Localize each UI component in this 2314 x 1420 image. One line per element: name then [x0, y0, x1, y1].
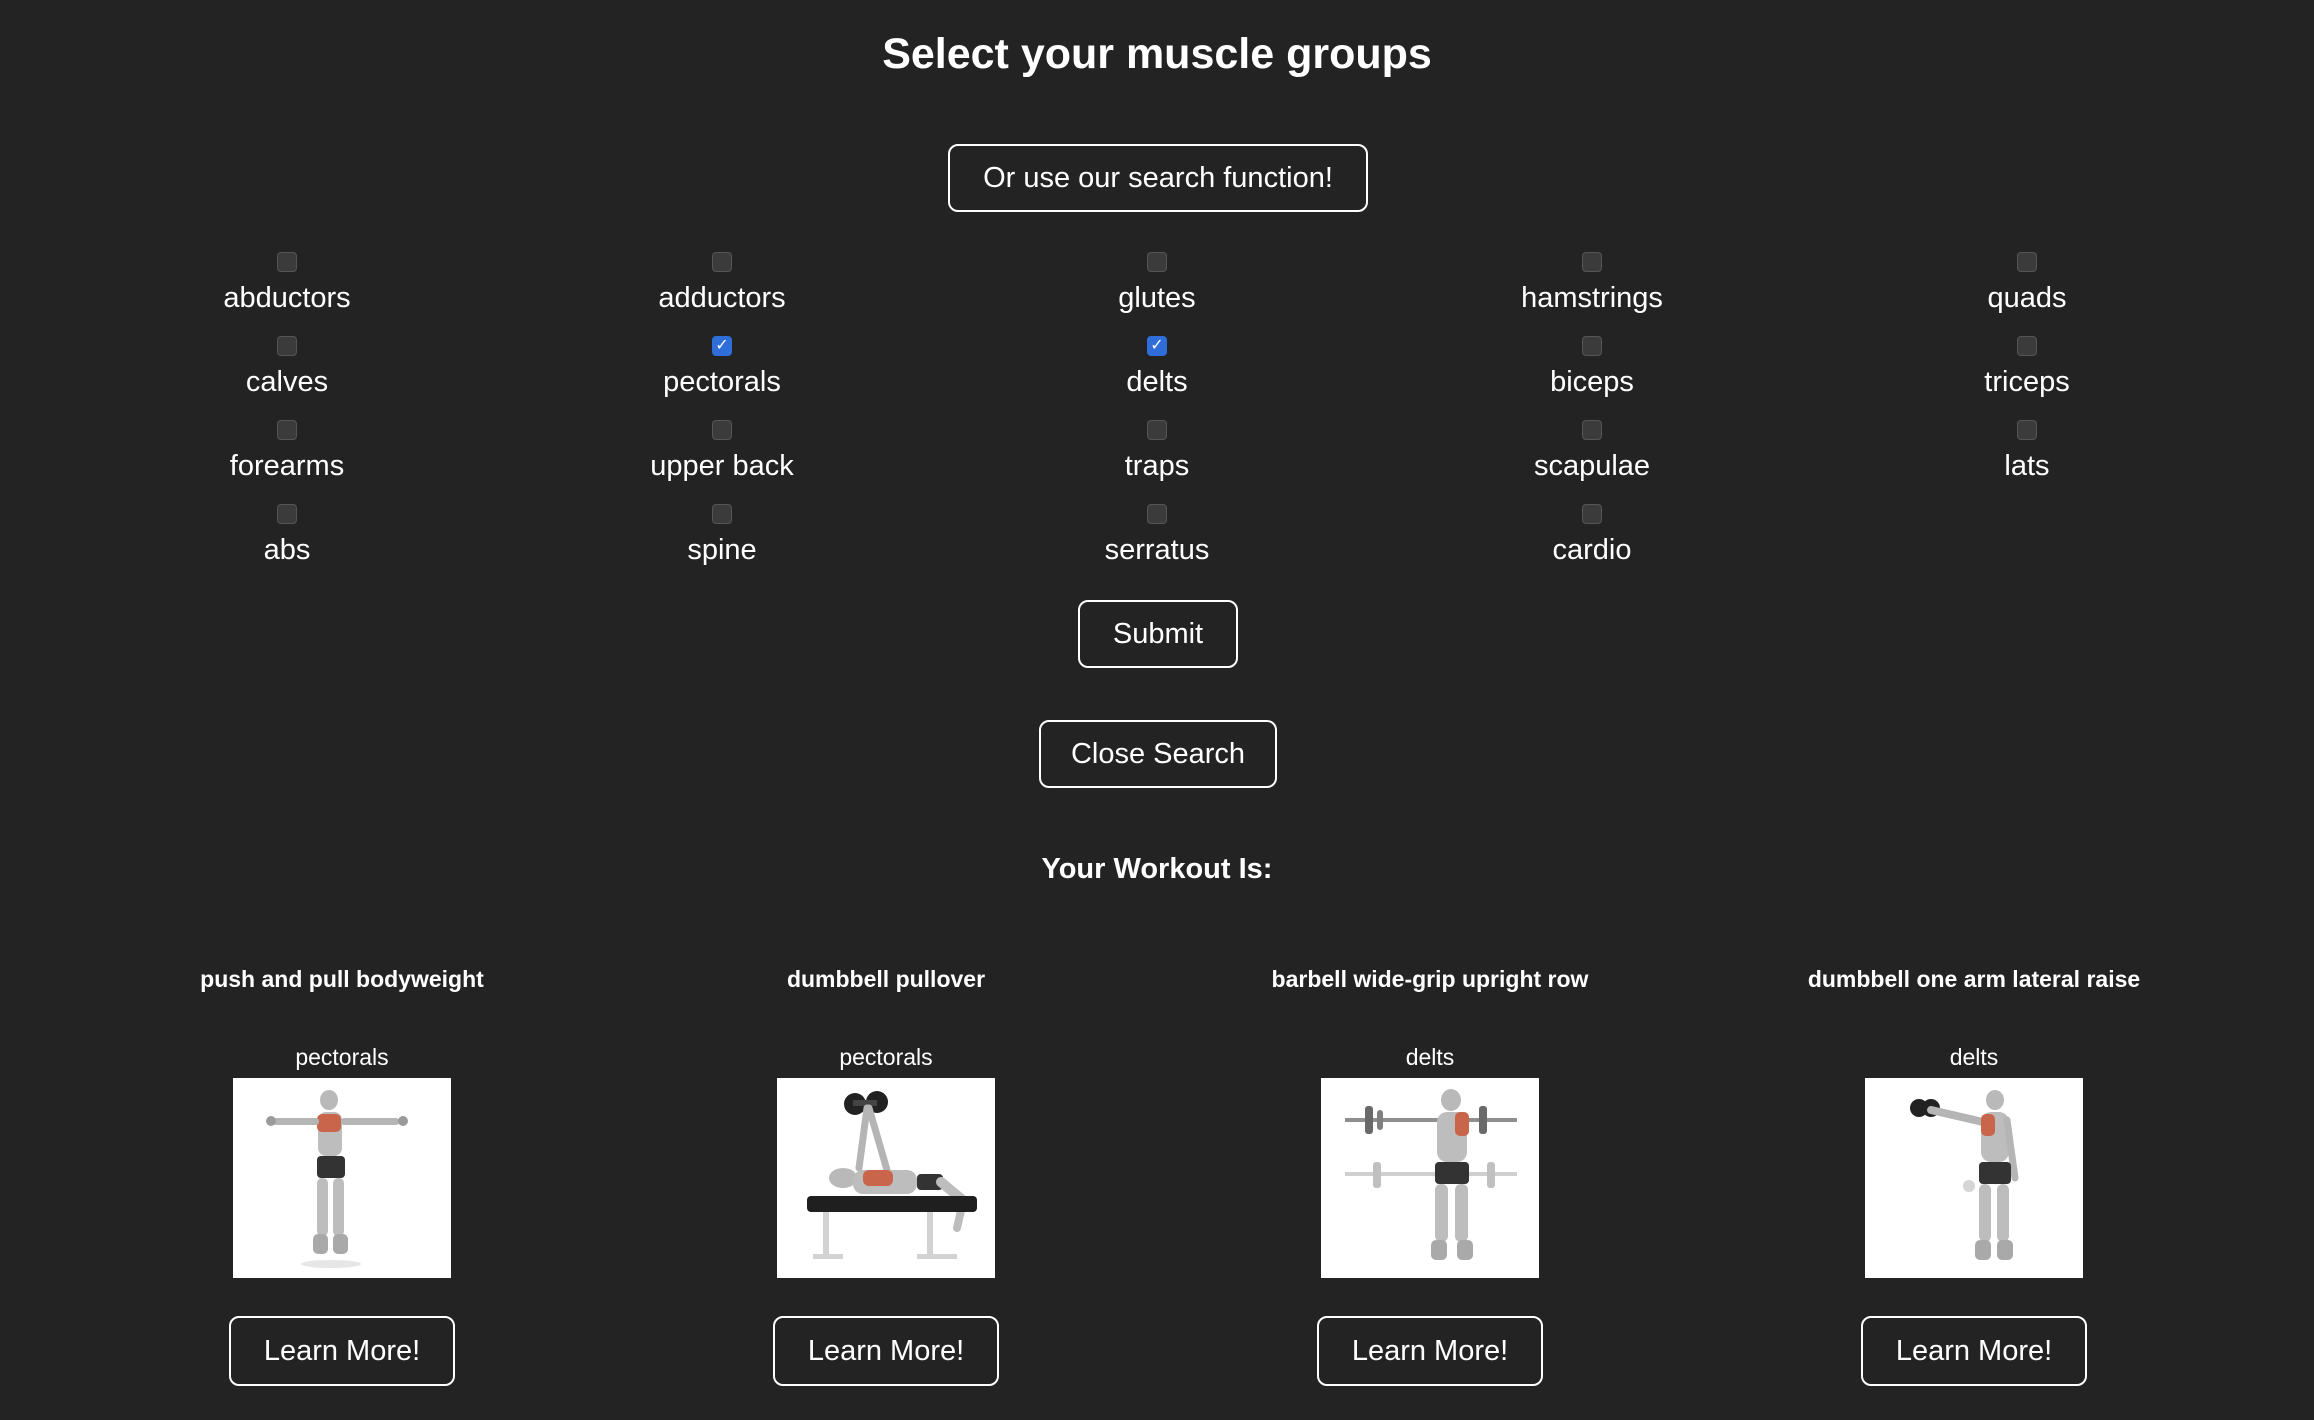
workout-card: dumbbell pullover pectorals Learn More!: [646, 966, 1126, 1386]
exercise-title: dumbbell pullover: [786, 966, 986, 992]
muscle-label: glutes: [1118, 282, 1196, 314]
muscle-option-spine[interactable]: spine: [572, 500, 872, 584]
muscle-checkbox[interactable]: ✓: [1147, 336, 1167, 356]
exercise-image: [233, 1078, 451, 1278]
muscle-option-quads[interactable]: quads: [1877, 248, 2177, 332]
exercise-muscle: delts: [1405, 1044, 1455, 1070]
muscle-checkbox[interactable]: [1147, 504, 1167, 524]
muscle-label: hamstrings: [1521, 282, 1663, 314]
exercise-title: barbell wide-grip upright row: [1271, 966, 1589, 992]
muscle-label: triceps: [1984, 366, 2070, 398]
muscle-option-triceps[interactable]: triceps: [1877, 332, 2177, 416]
muscle-checkbox[interactable]: [2017, 420, 2037, 440]
muscle-label: abs: [263, 534, 311, 566]
exercise-image: [1865, 1078, 2083, 1278]
muscle-option-forearms[interactable]: forearms: [137, 416, 437, 500]
muscle-option-serratus[interactable]: serratus: [1007, 500, 1307, 584]
muscle-label: cardio: [1552, 534, 1632, 566]
exercise-title: push and pull bodyweight: [200, 966, 484, 992]
muscle-label: abductors: [223, 282, 351, 314]
exercise-muscle: pectorals: [839, 1044, 933, 1070]
muscle-option-cardio[interactable]: cardio: [1442, 500, 1742, 584]
muscle-option-hamstrings[interactable]: hamstrings: [1442, 248, 1742, 332]
muscle-option-abs[interactable]: abs: [137, 500, 437, 584]
close-search-button[interactable]: Close Search: [1039, 720, 1277, 788]
exercise-muscle: pectorals: [295, 1044, 389, 1070]
submit-button[interactable]: Submit: [1078, 600, 1238, 668]
search-function-button[interactable]: Or use our search function!: [948, 144, 1368, 212]
muscle-label: biceps: [1550, 366, 1634, 398]
muscle-checkbox[interactable]: [712, 504, 732, 524]
muscle-option-adductors[interactable]: adductors: [572, 248, 872, 332]
muscle-label: lats: [2004, 450, 2050, 482]
learn-more-button[interactable]: Learn More!: [1317, 1316, 1543, 1386]
muscle-checkbox[interactable]: [277, 420, 297, 440]
muscle-checkbox[interactable]: ✓: [712, 336, 732, 356]
muscle-label: serratus: [1104, 534, 1210, 566]
muscle-checkbox[interactable]: [712, 252, 732, 272]
muscle-option-biceps[interactable]: biceps: [1442, 332, 1742, 416]
muscle-option-glutes[interactable]: glutes: [1007, 248, 1307, 332]
muscle-checkbox[interactable]: [1147, 252, 1167, 272]
muscle-label: scapulae: [1533, 450, 1651, 482]
muscle-label: adductors: [658, 282, 786, 314]
muscle-option-lats[interactable]: lats: [1877, 416, 2177, 500]
lateral-raise-icon: [1910, 1090, 2019, 1260]
learn-more-button[interactable]: Learn More!: [229, 1316, 455, 1386]
muscle-checkbox[interactable]: [1582, 504, 1602, 524]
learn-more-button[interactable]: Learn More!: [1861, 1316, 2087, 1386]
page-title: Select your muscle groups: [882, 30, 1432, 78]
workout-card: dumbbell one arm lateral raise delts Lea…: [1734, 966, 2214, 1386]
muscle-checkbox[interactable]: [712, 420, 732, 440]
workout-card: barbell wide-grip upright row delts Lear…: [1190, 966, 1670, 1386]
muscle-option-scapulae[interactable]: scapulae: [1442, 416, 1742, 500]
figure-arms-out-icon: [266, 1090, 408, 1268]
muscle-label: upper back: [650, 450, 794, 482]
muscle-option-traps[interactable]: traps: [1007, 416, 1307, 500]
exercise-muscle: delts: [1949, 1044, 1999, 1070]
muscle-checkbox[interactable]: [277, 252, 297, 272]
muscle-option-pectorals[interactable]: ✓ pectorals: [572, 332, 872, 416]
muscle-checkbox[interactable]: [1582, 336, 1602, 356]
workout-card: push and pull bodyweight pectorals Learn…: [102, 966, 582, 1386]
bench-pullover-icon: [807, 1091, 977, 1259]
muscle-checkbox[interactable]: [277, 504, 297, 524]
muscle-option-abductors[interactable]: abductors: [137, 248, 437, 332]
muscle-label: delts: [1126, 366, 1188, 398]
muscle-label: calves: [245, 366, 329, 398]
learn-more-button[interactable]: Learn More!: [773, 1316, 999, 1386]
muscle-label: pectorals: [663, 366, 781, 398]
muscle-option-upper-back[interactable]: upper back: [572, 416, 872, 500]
exercise-image: [1321, 1078, 1539, 1278]
muscle-checkbox[interactable]: [2017, 252, 2037, 272]
muscle-label: traps: [1124, 450, 1190, 482]
muscle-label: spine: [687, 534, 757, 566]
upright-row-icon: [1345, 1089, 1517, 1260]
exercise-title: dumbbell one arm lateral raise: [1807, 966, 2141, 992]
muscle-checkbox[interactable]: [277, 336, 297, 356]
muscle-option-calves[interactable]: calves: [137, 332, 437, 416]
muscle-label: quads: [1987, 282, 2067, 314]
muscle-checkbox[interactable]: [1582, 420, 1602, 440]
muscle-checkbox[interactable]: [1147, 420, 1167, 440]
workout-heading: Your Workout Is:: [1041, 853, 1273, 885]
muscle-option-delts[interactable]: ✓ delts: [1007, 332, 1307, 416]
muscle-checkbox[interactable]: [1582, 252, 1602, 272]
muscle-checkbox[interactable]: [2017, 336, 2037, 356]
muscle-label: forearms: [229, 450, 345, 482]
exercise-image: [777, 1078, 995, 1278]
